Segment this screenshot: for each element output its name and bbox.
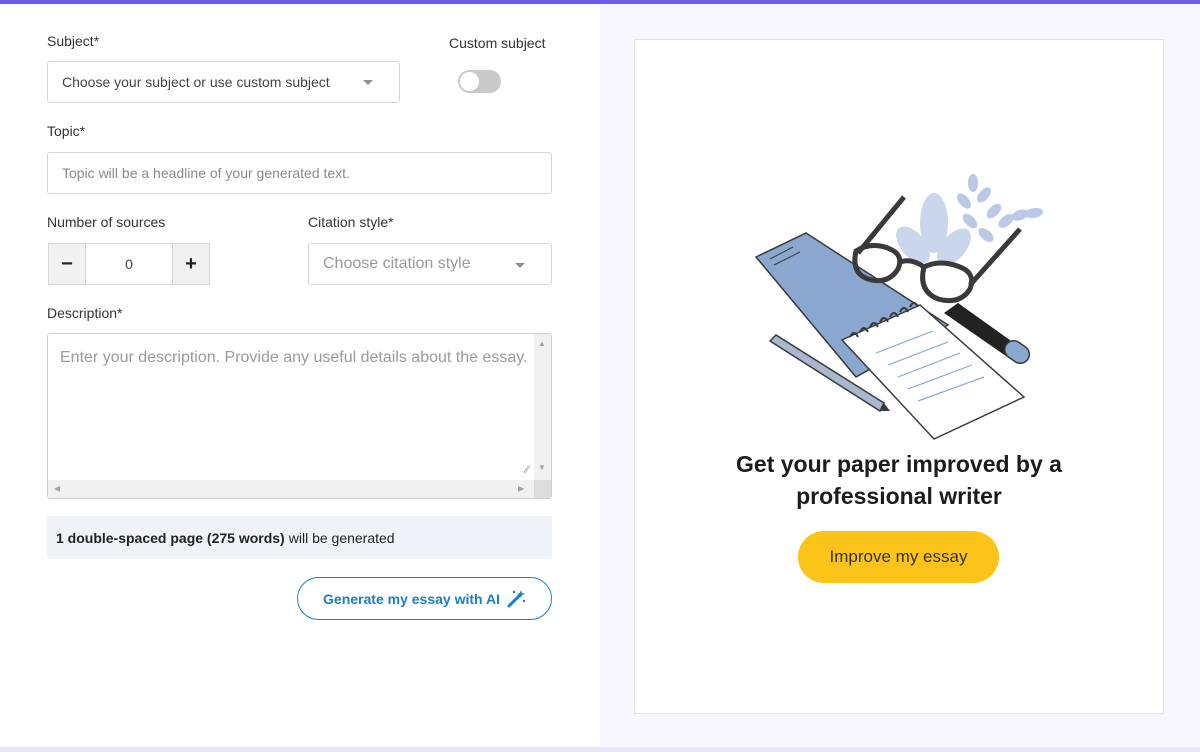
citation-select[interactable]: Choose citation style bbox=[308, 243, 552, 285]
citation-label: Citation style* bbox=[308, 214, 394, 230]
description-textarea[interactable]: Enter your description. Provide any usef… bbox=[47, 333, 552, 499]
decrement-button[interactable]: − bbox=[48, 243, 86, 285]
topic-placeholder: Topic will be a headline of your generat… bbox=[62, 165, 350, 181]
description-label: Description* bbox=[47, 305, 123, 321]
promo-headline: Get your paper improved by a professiona… bbox=[736, 451, 1062, 509]
topic-input[interactable]: Topic will be a headline of your generat… bbox=[47, 152, 552, 194]
scroll-left-icon[interactable]: ◀ bbox=[54, 484, 60, 493]
generate-essay-label: Generate my essay with AI bbox=[323, 590, 500, 607]
vertical-scrollbar[interactable]: ▲ ▼ bbox=[534, 334, 551, 481]
subject-select[interactable]: Choose your subject or use custom subjec… bbox=[47, 61, 400, 103]
chevron-down-icon bbox=[515, 263, 525, 268]
word-count-rest: will be generated bbox=[288, 529, 395, 546]
toggle-knob bbox=[460, 72, 479, 91]
sources-label: Number of sources bbox=[47, 214, 166, 230]
sources-count-input[interactable]: 0 bbox=[86, 243, 172, 285]
description-placeholder: Enter your description. Provide any usef… bbox=[60, 349, 528, 366]
resize-handle-icon[interactable]: ⁄⁄ bbox=[525, 464, 529, 476]
generate-essay-button[interactable]: Generate my essay with AI bbox=[297, 577, 552, 620]
custom-subject-toggle[interactable] bbox=[458, 70, 501, 93]
word-count-info: 1 double-spaced page (275 words) will be… bbox=[47, 516, 552, 559]
custom-subject-label: Custom subject bbox=[449, 35, 546, 51]
magic-wand-icon bbox=[506, 589, 526, 609]
notebook-glasses-illustration bbox=[748, 165, 1048, 450]
word-count-bold: 1 double-spaced page (275 words) bbox=[56, 529, 285, 546]
subject-label: Subject* bbox=[47, 33, 100, 49]
horizontal-scrollbar[interactable]: ◀ ▶ bbox=[48, 480, 534, 498]
scroll-corner bbox=[534, 480, 551, 498]
subject-select-value: Choose your subject or use custom subjec… bbox=[62, 74, 330, 90]
topic-label: Topic* bbox=[47, 123, 86, 139]
chevron-down-icon bbox=[363, 80, 373, 85]
scroll-up-icon[interactable]: ▲ bbox=[538, 339, 546, 348]
increment-button[interactable]: + bbox=[172, 243, 210, 285]
citation-select-value: Choose citation style bbox=[323, 255, 471, 272]
scroll-down-icon[interactable]: ▼ bbox=[538, 463, 546, 472]
improve-essay-button[interactable]: Improve my essay bbox=[798, 531, 999, 583]
bottom-border bbox=[0, 747, 1200, 752]
scroll-right-icon[interactable]: ▶ bbox=[518, 484, 524, 493]
